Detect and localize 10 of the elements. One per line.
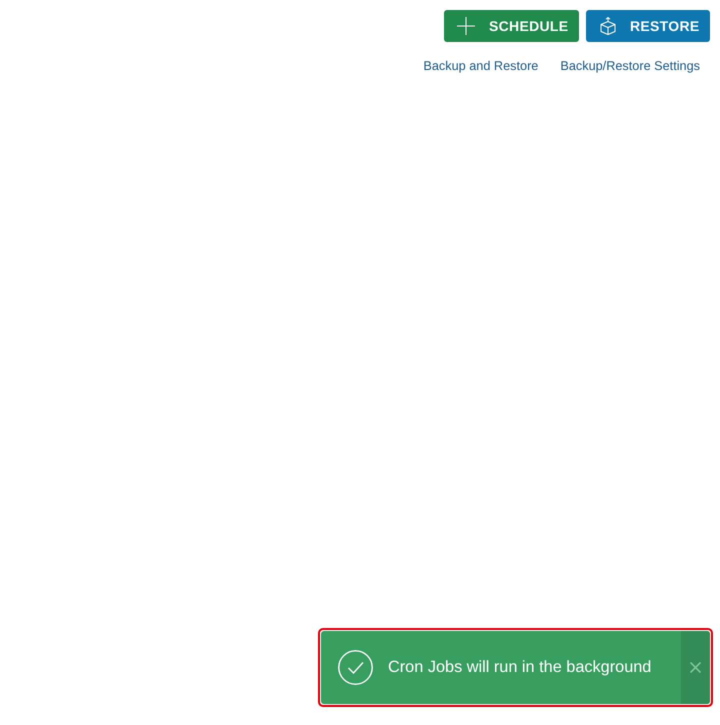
check-circle-icon [338,650,373,685]
toast-message: Cron Jobs will run in the background [388,658,652,677]
plus-icon [457,17,475,35]
nav-link[interactable]: Backup and Restore [423,59,538,73]
box-icon [600,17,616,35]
restore-button[interactable]: RESTORE [586,10,710,42]
close-button[interactable] [681,631,710,704]
close-icon [690,662,701,673]
nav-link[interactable]: Backup/Restore Settings [560,59,700,73]
schedule-button[interactable]: SCHEDULE [444,10,579,42]
